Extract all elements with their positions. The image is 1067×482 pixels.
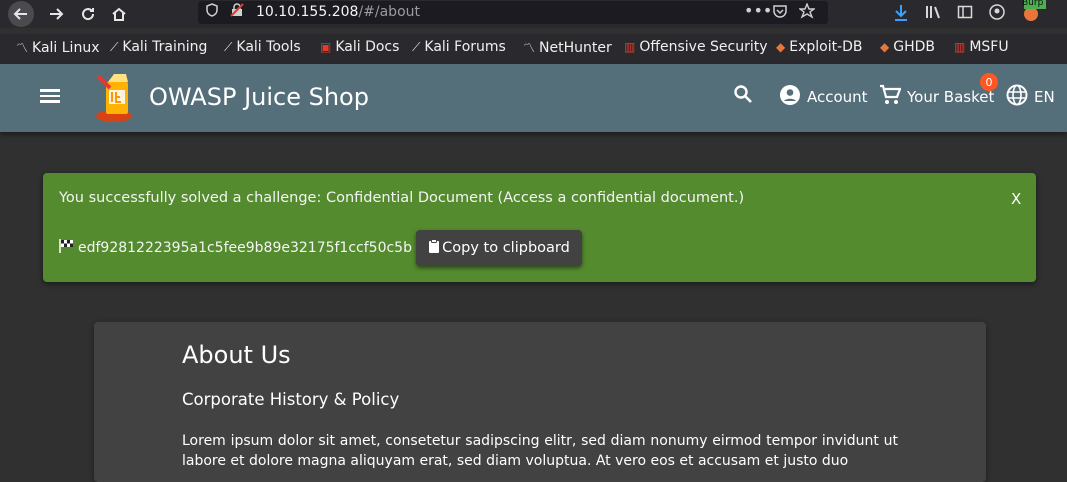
bookmark-star-icon[interactable] [797,2,817,23]
basket-count-badge: 0 [980,73,998,91]
library-icon[interactable] [925,4,943,24]
bookmark-label: Kali Forums [424,39,506,55]
bookmark-label: Kali Docs [335,39,400,55]
account-circle-icon [779,84,801,110]
bookmark-kali-tools[interactable]: ⟋ Kali Tools [224,39,301,55]
flag-code: edf9281222395a1c5fee9b89e32175f1ccf50c5b [59,239,412,257]
offsec-icon: ▥ [954,40,966,54]
bookmark-ghdb[interactable]: ◆ GHDB [880,39,935,55]
bookmark-kali-training[interactable]: ⟋ Kali Training [110,39,207,55]
checkered-flag-icon [59,239,74,257]
insecure-lock-icon[interactable] [230,3,244,21]
account-circle-icon[interactable] [989,4,1005,24]
nethunter-icon: 〽 [523,41,536,55]
bookmark-kali-linux[interactable]: 〽 Kali Linux [16,39,99,56]
burp-label: Burp [1022,0,1044,8]
forward-arrow-icon[interactable] [43,1,69,27]
close-notification-button[interactable]: X [1011,190,1021,208]
app-toolbar: OWASP Juice Shop Account Your Basket EN [0,64,1067,132]
language-button[interactable]: EN [1006,84,1055,110]
back-arrow-icon[interactable] [8,1,34,27]
shopping-cart-icon [879,84,902,110]
page-title: About Us [182,341,291,369]
bookmark-label: GHDB [893,39,935,55]
bookmark-exploit-db[interactable]: ◆ Exploit-DB [776,39,863,55]
url-host: 10.10.155.208 [256,4,359,20]
flag-code-text: edf9281222395a1c5fee9b89e32175f1ccf50c5b [78,240,412,256]
hamburger-menu-icon[interactable] [40,86,62,108]
notification-message: You successfully solved a challenge: Con… [59,190,745,206]
home-icon[interactable] [106,1,132,27]
pocket-icon[interactable] [772,3,788,23]
more-dots-icon[interactable]: ••• [744,1,772,20]
globe-icon [1006,84,1028,110]
bookmark-nethunter[interactable]: 〽 NetHunter [523,39,612,56]
kali-dragon-icon: 〽 [16,41,29,55]
bookmark-label: MSFU [969,39,1009,55]
challenge-solved-notification: You successfully solved a challenge: Con… [43,173,1036,282]
bookmark-label: Offensive Security [639,39,768,55]
ghdb-icon: ◆ [880,40,890,54]
bookmark-kali-docs[interactable]: ▣ Kali Docs [320,39,399,55]
bookmark-label: Kali Tools [236,39,301,55]
search-icon[interactable] [733,84,753,104]
section-heading: Corporate History & Policy [182,390,400,409]
about-us-card: About Us Corporate History & Policy Lore… [94,322,986,482]
bookmark-kali-forums[interactable]: ⟋ Kali Forums [412,39,506,55]
basket-button[interactable]: Your Basket [879,84,994,110]
app-title[interactable]: OWASP Juice Shop [149,83,369,111]
bookmark-msfu[interactable]: ▥ MSFU [954,39,1009,55]
shield-icon[interactable] [206,3,218,21]
reload-icon[interactable] [75,1,101,27]
url-text: 10.10.155.208/#/about [256,4,420,20]
account-button[interactable]: Account [779,84,868,110]
kali-dragon-icon: ⟋ [110,39,119,54]
account-label: Account [807,88,868,106]
copy-to-clipboard-button[interactable]: Copy to clipboard [416,230,582,266]
juice-shop-logo[interactable] [92,72,140,124]
copy-button-label: Copy to clipboard [442,240,570,256]
clipboard-icon [428,239,440,257]
bookmark-offensive-security[interactable]: ▥ Offensive Security [624,39,768,55]
kali-docs-icon: ▣ [320,40,332,54]
basket-label: Your Basket [907,88,995,106]
exploitdb-icon: ◆ [776,40,786,54]
browser-toolbar: 10.10.155.208/#/about ••• Burp [0,0,1067,28]
language-label: EN [1034,88,1055,106]
bookmark-label: Exploit-DB [789,39,863,55]
about-body-text: Lorem ipsum dolor sit amet, consetetur s… [182,433,898,469]
bookmark-label: Kali Training [122,39,208,55]
sidebar-icon[interactable] [957,4,973,24]
bookmarks-toolbar: 〽 Kali Linux ⟋ Kali Training ⟋ Kali Tools ▣… [0,34,1067,65]
offsec-icon: ▥ [624,40,636,54]
download-icon[interactable] [893,4,909,26]
url-path: /#/about [358,4,420,20]
bookmark-label: NetHunter [539,39,612,56]
kali-dragon-icon: ⟋ [224,39,233,54]
bookmark-label: Kali Linux [32,39,100,56]
kali-dragon-icon: ⟋ [412,39,421,54]
url-bar[interactable]: 10.10.155.208/#/about ••• [198,1,828,24]
